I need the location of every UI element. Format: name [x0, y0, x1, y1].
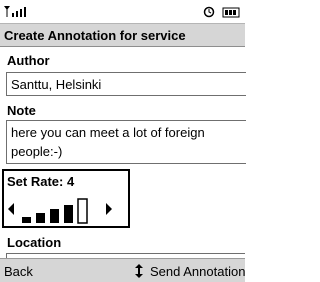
- note-label: Note: [7, 103, 36, 118]
- status-right-icons: [203, 6, 240, 18]
- title-bar: Create Annotation for service: [0, 23, 245, 47]
- rate-bar: [64, 205, 73, 223]
- rate-bar: [36, 213, 45, 223]
- rate-bar: [77, 198, 88, 224]
- rate-bar: [22, 217, 31, 223]
- note-field[interactable]: here you can meet a lot of foreign peopl…: [6, 120, 246, 164]
- status-bar: [0, 0, 245, 23]
- author-label: Author: [7, 53, 50, 68]
- battery-icon: [222, 7, 240, 18]
- alarm-icon: [203, 6, 215, 18]
- author-value: Santtu, Helsinki: [11, 77, 102, 92]
- location-label: Location: [7, 235, 62, 250]
- page-title: Create Annotation for service: [4, 28, 186, 43]
- note-line-2: people:-): [11, 144, 63, 159]
- decrease-arrow-icon: [8, 203, 14, 215]
- rate-bar: [50, 209, 59, 223]
- rate-gauge[interactable]: [8, 195, 118, 225]
- send-annotation-button[interactable]: Send Annotation: [134, 264, 245, 279]
- up-down-arrow-icon: [135, 264, 143, 278]
- softkey-bar: Back Send Annotation: [0, 258, 245, 282]
- send-annotation-label: Send Annotation: [150, 264, 246, 279]
- signal-strength-icon: [4, 6, 26, 17]
- note-line-1: here you can meet a lot of foreign: [11, 125, 205, 140]
- back-button[interactable]: Back: [4, 264, 33, 279]
- rate-selector[interactable]: Set Rate: 4: [2, 169, 130, 228]
- author-field[interactable]: Santtu, Helsinki: [6, 72, 246, 96]
- increase-arrow-icon: [106, 203, 112, 215]
- rate-label: Set Rate: 4: [7, 174, 75, 189]
